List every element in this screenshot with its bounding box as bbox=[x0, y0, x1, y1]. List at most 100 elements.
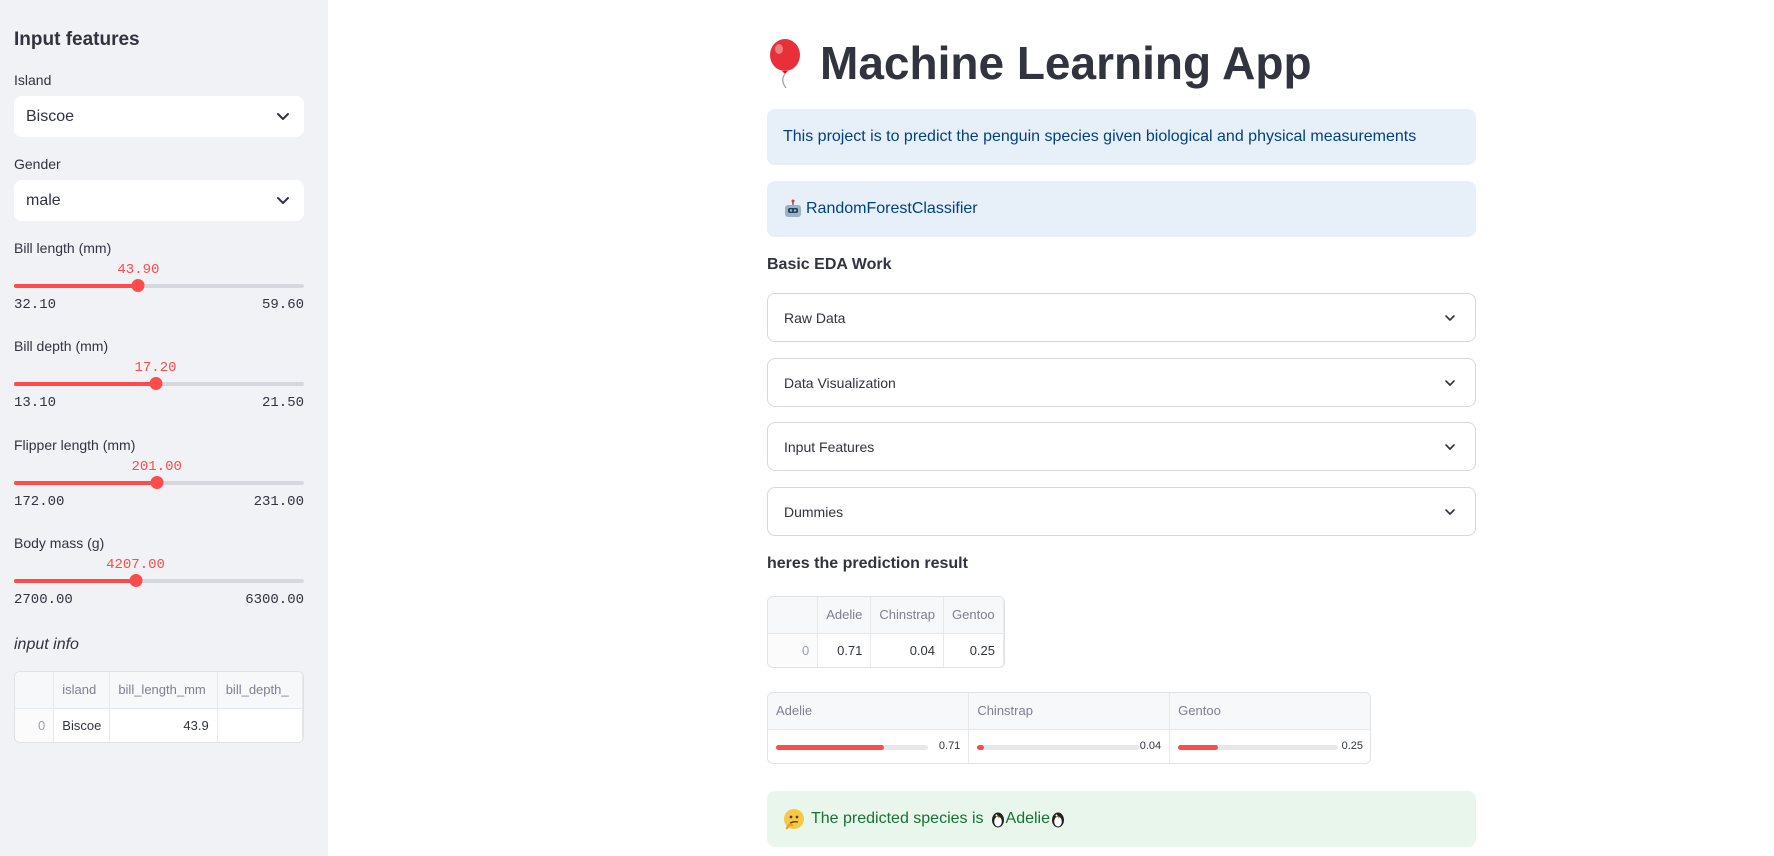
gender-label: Gender bbox=[14, 156, 61, 172]
slider-fill bbox=[14, 579, 136, 583]
table-header[interactable]: Adelie bbox=[817, 597, 872, 634]
table-header bbox=[768, 597, 819, 634]
result-prefix: The predicted species is bbox=[811, 810, 984, 827]
slider-fill bbox=[14, 382, 156, 386]
progress-value: 0.25 bbox=[1341, 739, 1363, 752]
progress-fill bbox=[1178, 744, 1219, 750]
chevron-down-icon bbox=[1445, 315, 1455, 321]
expander-label: Raw Data bbox=[784, 309, 846, 326]
bill-length-slider[interactable]: 43.90 32.10 59.60 bbox=[14, 262, 304, 322]
body-mass-label: Body mass (g) bbox=[14, 535, 105, 551]
prediction-result-alert: The predicted species is Adelie bbox=[767, 791, 1476, 847]
table-row: 0 0.71 0.04 0.25 bbox=[768, 633, 1004, 667]
table-header[interactable]: Gentoo bbox=[1169, 693, 1370, 730]
model-alert: RandomForestClassifier bbox=[767, 181, 1476, 237]
expander-dummies[interactable]: Dummies bbox=[767, 487, 1476, 536]
bill-depth-label: Bill depth (mm) bbox=[14, 338, 109, 354]
table-header[interactable]: Gentoo bbox=[943, 597, 1004, 634]
robot-icon bbox=[785, 199, 801, 217]
bill-depth-slider[interactable]: 17.20 13.10 21.50 bbox=[14, 360, 304, 420]
slider-value: 4207.00 bbox=[106, 557, 165, 573]
island-select-value: Biscoe bbox=[26, 107, 75, 125]
progress-track bbox=[977, 744, 1140, 750]
flipper-length-slider[interactable]: 201.00 172.00 231.00 bbox=[14, 459, 304, 519]
chevron-down-icon bbox=[1445, 444, 1455, 450]
prediction-proba-table[interactable]: Adelie Chinstrap Gentoo 0 0.71 0.04 0.25 bbox=[767, 596, 1005, 668]
slider-min: 13.10 bbox=[14, 395, 57, 411]
table-cell[interactable]: 43.9 bbox=[109, 708, 218, 742]
table-row: 0 Biscoe 43.9 bbox=[15, 708, 303, 742]
progress-value: 0.71 bbox=[938, 739, 961, 752]
slider-thumb[interactable] bbox=[149, 377, 163, 390]
island-label: Island bbox=[14, 72, 52, 88]
chevron-down-icon bbox=[1445, 380, 1455, 386]
table-header[interactable]: Adelie bbox=[768, 693, 970, 730]
progress-cell: 0.25 bbox=[1169, 729, 1370, 763]
expander-data-visualization[interactable]: Data Visualization bbox=[767, 358, 1476, 407]
result-species: Adelie bbox=[1005, 810, 1051, 827]
progress-value: 0.04 bbox=[1139, 739, 1162, 752]
penguin-icon bbox=[991, 812, 1004, 828]
slider-fill bbox=[14, 481, 157, 485]
island-select[interactable]: Biscoe bbox=[14, 96, 304, 137]
table-cell: 0 bbox=[768, 633, 819, 667]
table-header bbox=[15, 672, 55, 709]
table-cell[interactable] bbox=[217, 708, 303, 742]
bill-length-label: Bill length (mm) bbox=[14, 240, 112, 256]
prediction-heading: heres the prediction result bbox=[767, 555, 968, 572]
balloon-icon bbox=[770, 39, 800, 88]
table-header[interactable]: bill_length_mm bbox=[109, 672, 218, 709]
table-header[interactable]: Chinstrap bbox=[870, 597, 945, 634]
table-cell[interactable]: 0.25 bbox=[943, 633, 1004, 667]
table-cell[interactable]: 0.71 bbox=[817, 633, 872, 667]
chevron-down-icon bbox=[1445, 509, 1455, 515]
table-row: 0.71 0.04 0.25 bbox=[768, 729, 1370, 763]
expander-label: Input Features bbox=[784, 438, 875, 455]
info-alert-text: This project is to predict the penguin s… bbox=[783, 128, 1417, 145]
progress-fill bbox=[776, 744, 884, 750]
sidebar: Input features Island Biscoe Gender male… bbox=[0, 0, 328, 856]
slider-thumb[interactable] bbox=[129, 574, 142, 587]
slider-min: 32.10 bbox=[14, 297, 57, 313]
penguin-icon bbox=[1052, 812, 1065, 828]
table-header[interactable]: bill_depth_ bbox=[217, 672, 303, 709]
body-mass-slider[interactable]: 4207.00 2700.00 6300.00 bbox=[14, 557, 304, 617]
slider-max: 59.60 bbox=[261, 297, 304, 313]
slider-min: 172.00 bbox=[14, 494, 65, 510]
expander-label: Dummies bbox=[784, 503, 844, 520]
table-cell: 0 bbox=[15, 708, 55, 742]
progress-track bbox=[776, 744, 928, 750]
page-title: Machine Learning App bbox=[766, 36, 1312, 90]
eda-heading: Basic EDA Work bbox=[767, 256, 892, 273]
page-title-text: Machine Learning App bbox=[820, 37, 1312, 89]
slider-max: 231.00 bbox=[253, 494, 304, 510]
slider-thumb[interactable] bbox=[150, 476, 164, 489]
expander-input-features[interactable]: Input Features bbox=[767, 422, 1476, 471]
chevron-down-icon bbox=[277, 113, 289, 120]
slider-max: 21.50 bbox=[261, 395, 304, 411]
gender-select[interactable]: male bbox=[14, 180, 304, 221]
table-cell[interactable]: 0.04 bbox=[870, 633, 945, 667]
table-cell[interactable]: Biscoe bbox=[53, 708, 111, 742]
slider-fill bbox=[14, 284, 139, 288]
expander-raw-data[interactable]: Raw Data bbox=[767, 293, 1476, 342]
input-info-label: input info bbox=[14, 636, 79, 653]
model-alert-text: RandomForestClassifier bbox=[806, 200, 978, 217]
prediction-progress-table[interactable]: Adelie Chinstrap Gentoo 0.71 0.04 0.25 bbox=[767, 692, 1371, 764]
table-header[interactable]: Chinstrap bbox=[968, 693, 1171, 730]
progress-cell: 0.71 bbox=[768, 729, 970, 763]
chevron-down-icon bbox=[277, 197, 289, 204]
progress-cell: 0.04 bbox=[968, 729, 1171, 763]
slider-value: 43.90 bbox=[117, 262, 160, 278]
slider-max: 6300.00 bbox=[245, 592, 304, 608]
flipper-length-label: Flipper length (mm) bbox=[14, 437, 136, 453]
sidebar-title: Input features bbox=[14, 29, 140, 50]
input-info-table[interactable]: island bill_length_mm bill_depth_ 0 Bisc… bbox=[14, 671, 304, 743]
table-header[interactable]: island bbox=[53, 672, 111, 709]
slider-min: 2700.00 bbox=[14, 592, 73, 608]
gender-select-value: male bbox=[26, 191, 61, 209]
slider-value: 201.00 bbox=[131, 459, 182, 475]
expander-label: Data Visualization bbox=[784, 374, 896, 391]
progress-track bbox=[1178, 744, 1339, 750]
slider-thumb[interactable] bbox=[131, 279, 145, 292]
